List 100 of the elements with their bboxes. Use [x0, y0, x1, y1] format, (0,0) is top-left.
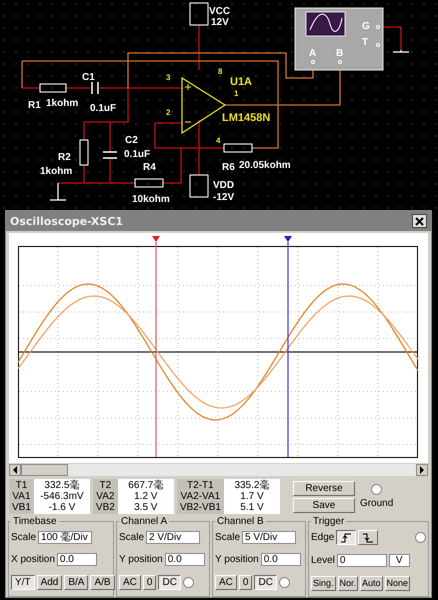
ground-icon[interactable] [392, 49, 410, 53]
cursor-line[interactable] [152, 236, 160, 457]
component-label: VDD [213, 180, 234, 191]
readout-value: 1.7 V [240, 491, 264, 502]
window-title: Oscilloscope-XSC1 [10, 214, 124, 228]
component-label: U1A [230, 76, 252, 88]
scroll-left-icon[interactable] [9, 464, 21, 476]
scale-field[interactable]: 2 V/Div [146, 530, 200, 544]
unit-label: V [388, 554, 410, 567]
falling-edge-icon [362, 532, 374, 543]
position-field[interactable]: 0.0 [260, 552, 301, 566]
component-label: VCC [209, 6, 230, 17]
component-label: 0.1uF [124, 149, 150, 160]
readout-value: 332.5毫 [44, 480, 80, 491]
scale-field[interactable]: 5 V/Div [242, 530, 296, 544]
vdd-source[interactable] [190, 174, 208, 198]
component-label: R1 [28, 100, 41, 111]
resistor[interactable] [80, 140, 88, 166]
component-label: 2 [166, 108, 170, 117]
scale-field[interactable]: 100 毫/Div [38, 530, 92, 544]
component-label: R4 [143, 162, 156, 173]
capacitor[interactable] [91, 81, 99, 95]
readout-label: VB2-VB1 [180, 502, 221, 513]
component-label: 10kohm [132, 194, 170, 205]
mode-button[interactable]: Sing. [311, 576, 336, 591]
mode-button[interactable]: B/A [64, 575, 88, 590]
mode-button[interactable]: A/B [90, 575, 115, 590]
component-label: 1 [234, 89, 238, 98]
position-field[interactable]: 0.0 [56, 552, 97, 566]
coupling-button[interactable]: 0 [142, 575, 156, 590]
component-label: C1 [82, 72, 95, 83]
component-label: 4 [216, 136, 220, 145]
mode-button[interactable]: Nor. [338, 576, 358, 591]
component-label: 0.1uF [90, 103, 116, 114]
field-label: Y position [119, 554, 163, 565]
component-label: 1kohm [46, 98, 78, 109]
component-label: T [362, 37, 368, 48]
readout-value: 667.7毫 [128, 480, 164, 491]
ground-icon[interactable] [49, 182, 67, 201]
readout-label: T2-T1 [187, 480, 214, 491]
field-label: Edge [311, 532, 334, 544]
cursor-line[interactable] [284, 236, 292, 457]
readout-label: VA1 [12, 491, 31, 502]
readout-value: 5.1 V [240, 502, 264, 513]
rising-edge-icon [340, 532, 352, 543]
readout-label: VB1 [12, 502, 31, 513]
coupling-button[interactable]: 0 [238, 575, 252, 590]
radio-button[interactable] [278, 577, 290, 588]
readout-value: -546.3mV [40, 491, 84, 502]
mode-button[interactable]: Auto [360, 576, 383, 591]
coupling-button[interactable]: AC [215, 575, 237, 590]
field-label: Y position [215, 554, 259, 565]
readout-label: T1 [16, 480, 28, 491]
component-label: 1kohm [40, 166, 72, 177]
resistor[interactable] [40, 84, 66, 92]
position-field[interactable]: 0.0 [164, 552, 205, 566]
rising-edge-button[interactable] [336, 530, 356, 546]
mode-button[interactable]: None [384, 576, 410, 591]
field-label: Scale [119, 532, 144, 543]
readout-label: VA2-VA1 [180, 491, 220, 502]
scroll-right-icon[interactable] [416, 464, 428, 476]
component-label: 12V [211, 17, 229, 28]
readout-value: 3.5 V [134, 502, 158, 513]
component-label: 8 [218, 67, 222, 76]
readout-label: VA2 [96, 491, 114, 502]
component-label: 3 [166, 73, 170, 82]
field-label: X position [11, 554, 55, 565]
close-button[interactable] [412, 214, 427, 228]
falling-edge-button[interactable] [358, 530, 378, 546]
ground-radio[interactable] [371, 484, 382, 495]
mode-button[interactable]: Add [36, 575, 62, 590]
coupling-button[interactable]: AC [119, 575, 141, 590]
readout-label: T2 [100, 480, 112, 491]
mode-button[interactable]: Y/T [11, 575, 35, 590]
radio-button[interactable] [182, 577, 194, 588]
readout-label: VB2 [96, 502, 115, 513]
scroll-thumb[interactable] [21, 464, 68, 476]
coupling-button[interactable]: DC [254, 575, 277, 590]
field-label: Level [311, 554, 335, 566]
horizontal-scrollbar[interactable] [9, 464, 428, 476]
resistor[interactable] [134, 178, 164, 188]
component-label: R6 [222, 162, 235, 173]
component-label: R2 [58, 152, 71, 163]
level-field[interactable]: 0 [336, 554, 387, 567]
readout-value: 335.2毫 [234, 480, 270, 491]
coupling-button[interactable]: DC [158, 575, 181, 590]
vcc-source[interactable] [190, 2, 208, 26]
field-label: Scale [11, 532, 36, 543]
component-label: G [362, 21, 370, 32]
action-button[interactable]: Save [292, 498, 355, 512]
panel-title: Timebase [12, 516, 58, 527]
readout-value: 1.2 V [134, 491, 158, 502]
resistor[interactable] [224, 144, 252, 152]
radio-button[interactable] [415, 532, 426, 544]
action-button[interactable]: Reverse [292, 480, 355, 496]
radio-label: Ground [360, 498, 394, 509]
component-label: C2 [125, 135, 138, 146]
oscilloscope-instrument[interactable] [294, 8, 384, 70]
panel-title: Channel A [120, 516, 168, 527]
capacitor[interactable] [102, 151, 118, 159]
